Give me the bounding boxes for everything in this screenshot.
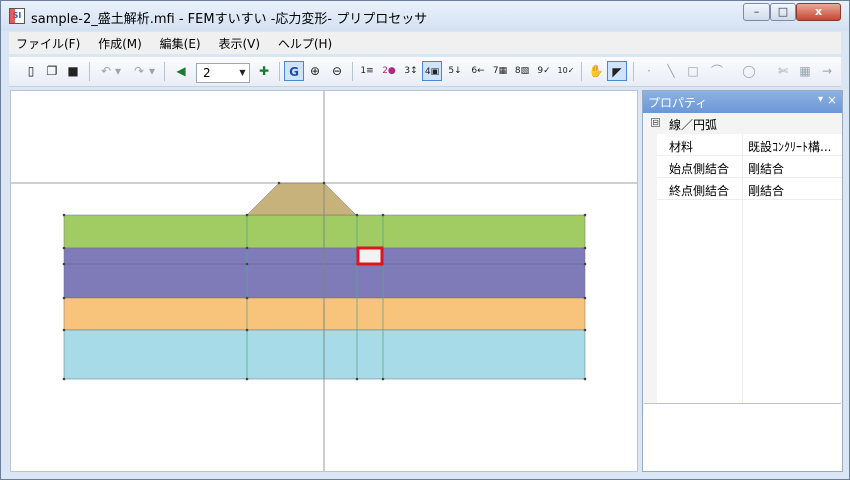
grid-toggle-icon[interactable]: G — [284, 61, 304, 81]
property-key: 材料 — [669, 140, 694, 154]
rectangle-tool-icon[interactable]: □ — [683, 61, 703, 81]
layer-green[interactable] — [63, 214, 586, 249]
embankment[interactable] — [246, 182, 357, 216]
drawing-canvas[interactable] — [10, 90, 638, 472]
toolbar: ▯ ❐ ■ ↶ ▾ ↷ ▾ ◀ ✚ G ⊕ ⊖ 1≡ 2● 3↕ 4▣ 5↓ 6… — [9, 57, 841, 87]
new-file-icon[interactable]: ▯ — [21, 61, 41, 81]
property-description-area — [644, 403, 841, 469]
pan-hand-icon[interactable]: ✋ — [586, 61, 606, 81]
add-page-icon[interactable]: ✚ — [254, 61, 274, 81]
row-gutter — [643, 134, 657, 156]
column-divider — [742, 134, 743, 156]
step7-icon[interactable]: 7▦ — [490, 61, 510, 81]
zoom-in-icon[interactable]: ⊕ — [305, 61, 325, 81]
step2-icon[interactable]: 2● — [379, 61, 399, 81]
minimize-button[interactable]: – — [743, 3, 770, 21]
zoom-out-icon[interactable]: ⊖ — [327, 61, 347, 81]
step10-icon[interactable]: 10✓ — [556, 61, 576, 81]
select-arrow-icon[interactable]: ◤ — [607, 61, 627, 81]
layer-orange[interactable] — [63, 297, 586, 331]
collapse-icon[interactable]: ⊟ — [651, 118, 660, 127]
column-divider — [742, 178, 743, 200]
selected-line-highlight[interactable] — [356, 246, 384, 266]
line-tool-icon[interactable]: ╲ — [661, 61, 681, 81]
layer-cyan[interactable] — [63, 329, 586, 380]
property-value[interactable]: 既設ｺﾝｸﾘｰﾄ構... — [748, 138, 840, 155]
app-icon: SI — [9, 8, 25, 24]
menu-file[interactable]: ファイル(F) — [9, 32, 87, 55]
shape-tool-icon[interactable]: ◯ — [739, 61, 759, 81]
properties-panel: プロパティ ▾ × ⊟ 線／円弧 材料 既設ｺﾝｸﾘｰﾄ構... 始点側結合 剛… — [642, 90, 843, 472]
step1-icon[interactable]: 1≡ — [357, 61, 377, 81]
property-row-material[interactable]: 材料 既設ｺﾝｸﾘｰﾄ構... — [643, 134, 842, 156]
row-gutter — [643, 156, 657, 178]
page-number-select[interactable]: 2 ▼ — [196, 63, 250, 83]
chevron-down-icon[interactable]: ▼ — [236, 64, 249, 82]
erase-tool-icon[interactable]: ✄ — [773, 61, 793, 81]
model-drawing[interactable] — [11, 91, 638, 472]
step5-icon[interactable]: 5↓ — [445, 61, 465, 81]
menu-create[interactable]: 作成(M) — [91, 32, 149, 55]
toolbar-separator — [279, 62, 280, 81]
row-gutter — [643, 200, 657, 415]
property-category[interactable]: ⊟ 線／円弧 — [643, 113, 842, 134]
title-bar[interactable]: SI sample-2_盛土解析.mfi - FEMすいすい -応力変形- プリ… — [1, 1, 849, 31]
property-grid-empty-area — [643, 200, 842, 415]
redo-menu-icon[interactable]: ▾ — [147, 61, 157, 81]
arc-tool-icon[interactable]: ⌒ — [707, 61, 727, 81]
row-gutter — [643, 178, 657, 200]
close-button[interactable]: x — [796, 3, 841, 21]
step3-icon[interactable]: 3↕ — [401, 61, 421, 81]
step6-icon[interactable]: 6← — [468, 61, 488, 81]
step9-icon[interactable]: 9✓ — [534, 61, 554, 81]
property-key: 終点側結合 — [669, 184, 730, 198]
menu-view[interactable]: 表示(V) — [211, 32, 267, 55]
redo-icon[interactable]: ↷ — [129, 61, 149, 81]
page-number-value: 2 — [203, 66, 211, 80]
undo-menu-icon[interactable]: ▾ — [113, 61, 123, 81]
toolbar-separator — [164, 62, 165, 81]
menu-edit[interactable]: 編集(E) — [153, 32, 208, 55]
menu-bar: ファイル(F) 作成(M) 編集(E) 表示(V) ヘルプ(H) — [9, 32, 841, 54]
property-value[interactable]: 剛結合 — [748, 160, 840, 177]
save-icon[interactable]: ■ — [63, 61, 83, 81]
toolbar-separator — [352, 62, 353, 81]
toolbar-separator — [89, 62, 90, 81]
toolbar-separator — [581, 62, 582, 81]
application-window: SI sample-2_盛土解析.mfi - FEMすいすい -応力変形- プリ… — [0, 0, 850, 480]
menu-help[interactable]: ヘルプ(H) — [271, 32, 339, 55]
property-row-start-joint[interactable]: 始点側結合 剛結合 — [643, 156, 842, 178]
step8-icon[interactable]: 8▧ — [512, 61, 532, 81]
properties-header: プロパティ ▾ × — [643, 91, 842, 113]
property-value[interactable]: 剛結合 — [748, 182, 840, 199]
toolbar-separator — [633, 62, 634, 81]
previous-page-icon[interactable]: ◀ — [171, 61, 191, 81]
property-key: 始点側結合 — [669, 162, 730, 176]
mesh-tool-icon[interactable]: ▦ — [795, 61, 815, 81]
pin-dropdown-icon[interactable]: ▾ — [818, 94, 823, 105]
column-divider — [742, 156, 743, 178]
category-label: 線／円弧 — [669, 118, 718, 132]
window-title: sample-2_盛土解析.mfi - FEMすいすい -応力変形- プリプロセ… — [31, 12, 428, 27]
point-tool-icon[interactable]: · — [639, 61, 659, 81]
property-row-end-joint[interactable]: 終点側結合 剛結合 — [643, 178, 842, 200]
step4-icon[interactable]: 4▣ — [422, 61, 442, 81]
close-icon[interactable]: × — [827, 93, 837, 107]
open-folder-icon[interactable]: ❐ — [42, 61, 62, 81]
column-divider — [742, 200, 743, 415]
maximize-button[interactable]: □ — [770, 3, 796, 21]
properties-title: プロパティ — [648, 96, 708, 110]
layer-purple[interactable] — [63, 247, 586, 299]
go-icon[interactable]: → — [817, 61, 837, 81]
